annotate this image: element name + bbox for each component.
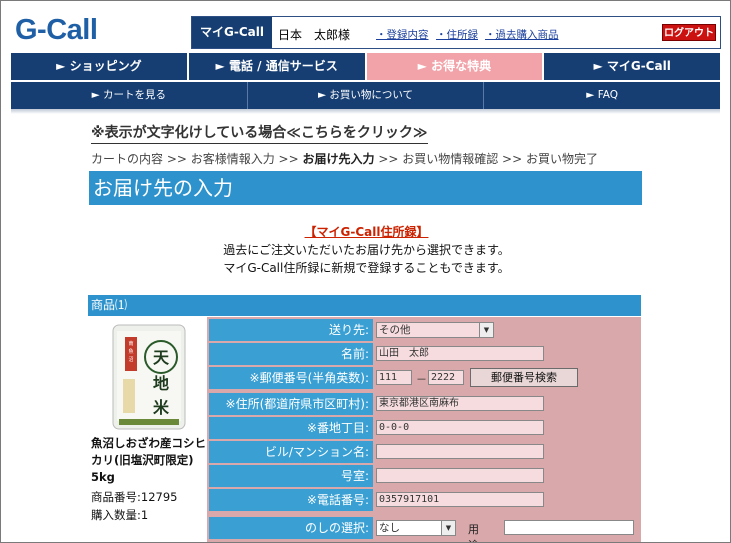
row-block: ※番地丁目: 0-0-0 (207, 417, 641, 439)
svg-text:魚: 魚 (128, 348, 133, 355)
my-gcall-bar: マイG-Call 日本 太郎様 ・登録内容 ・住所録 ・過去購入商品 ログアウト (191, 16, 721, 49)
noshi-select[interactable]: なし ▼ (376, 520, 456, 536)
purchase-history-link[interactable]: ・過去購入商品 (485, 27, 559, 42)
destination-label: 送り先: (209, 319, 373, 341)
steps-current: お届け先入力 (302, 152, 375, 166)
browser-page: G-Call マイG-Call 日本 太郎様 ・登録内容 ・住所録 ・過去購入商… (0, 0, 731, 543)
main-nav: ► ショッピング ► 電話 / 通信サービス ► お得な特典 ► マイG-Cal… (11, 53, 720, 80)
svg-text:地: 地 (153, 374, 169, 393)
svg-text:南: 南 (128, 340, 133, 347)
row-building: ビル/マンション名: (207, 441, 641, 463)
zip-search-button[interactable]: 郵便番号検索 (470, 368, 578, 387)
encoding-notice-link[interactable]: ※表示が文字化けしている場合≪こちらをクリック≫ (91, 122, 428, 144)
delivery-form: 送り先: その他 ▼ 名前: 山田 太郎 ※郵便番号(半角英数): 111 － 2… (207, 317, 641, 542)
noshi-value: なし (379, 522, 400, 534)
block-input[interactable]: 0-0-0 (376, 420, 544, 435)
address-book-select-link: 【マイG-Call住所録】 (1, 223, 730, 240)
sub-nav: ► カートを見る ► お買い物について ► FAQ (11, 82, 720, 109)
steps-after: >> お買い物情報確認 >> お買い物完了 (374, 152, 598, 166)
address-book-link-text[interactable]: 【マイG-Call住所録】 (305, 225, 429, 239)
zip-label: ※郵便番号(半角英数): (209, 367, 373, 389)
phone-label: ※電話番号: (209, 489, 373, 511)
nav-shopping[interactable]: ► ショッピング (11, 53, 189, 80)
product-number: 商品番号:12795 (91, 490, 178, 504)
nav-benefits[interactable]: ► お得な特典 (366, 53, 545, 80)
product-quantity: 購入数量:1 (91, 508, 149, 522)
nav-shadow (11, 109, 720, 114)
logout-button[interactable]: ログアウト (662, 24, 716, 41)
my-gcall-label: マイG-Call (192, 17, 272, 48)
row-zip: ※郵便番号(半角英数): 111 － 2222 郵便番号検索 (207, 367, 641, 389)
nav-about-shopping[interactable]: ► お買い物について (248, 82, 485, 109)
room-input[interactable] (376, 468, 544, 483)
phone-input[interactable]: 0357917101 (376, 492, 544, 507)
usage-input[interactable] (504, 520, 634, 535)
page-title: お届け先の入力 (89, 171, 642, 205)
svg-text:米: 米 (153, 398, 170, 417)
address-input[interactable]: 東京都港区南麻布 (376, 396, 544, 411)
row-address: ※住所(都道府県市区町村): 東京都港区南麻布 (207, 393, 641, 415)
usage-label: 用途: (468, 523, 483, 542)
address-book-note-2: マイG-Call住所録に新規で登録することもできます。 (223, 261, 510, 275)
product-name[interactable]: 魚沼しおざわ産コシヒカリ(旧塩沢町限定) 5kg (91, 435, 207, 486)
nav-my-gcall[interactable]: ► マイG-Call (544, 53, 720, 80)
block-label: ※番地丁目: (209, 417, 373, 439)
name-label: 名前: (209, 343, 373, 365)
svg-text:天: 天 (153, 348, 170, 367)
nav-faq[interactable]: ► FAQ (484, 82, 720, 109)
checkout-steps: カートの内容 >> お客様情報入力 >> お届け先入力 >> お買い物情報確認 … (91, 150, 598, 167)
product-header: 商品⑴ (88, 295, 641, 316)
svg-text:沼: 沼 (128, 356, 133, 363)
address-label: ※住所(都道府県市区町村): (209, 393, 373, 415)
building-label: ビル/マンション名: (209, 441, 373, 463)
user-name: 日本 太郎様 (278, 28, 351, 42)
name-input[interactable]: 山田 太郎 (376, 346, 544, 361)
destination-select[interactable]: その他 ▼ (376, 322, 494, 338)
row-noshi: のしの選択: なし ▼ 用途: (207, 517, 641, 542)
row-name: 名前: 山田 太郎 (207, 343, 641, 365)
row-phone: ※電話番号: 0357917101 (207, 489, 641, 511)
nav-phone-services[interactable]: ► 電話 / 通信サービス (189, 53, 367, 80)
room-label: 号室: (209, 465, 373, 487)
rice-bag-image: 南 魚 沼 天 地 米 (112, 324, 186, 430)
destination-value: その他 (379, 324, 411, 336)
registered-info-link[interactable]: ・登録内容 (376, 27, 429, 42)
zip-input-2[interactable]: 2222 (428, 370, 464, 385)
zip-input-1[interactable]: 111 (376, 370, 412, 385)
row-destination: 送り先: その他 ▼ (207, 319, 641, 341)
noshi-label: のしの選択: (209, 517, 373, 539)
chevron-down-icon[interactable]: ▼ (479, 323, 493, 337)
chevron-down-icon[interactable]: ▼ (441, 521, 455, 535)
nav-view-cart[interactable]: ► カートを見る (11, 82, 248, 109)
row-room: 号室: (207, 465, 641, 487)
zip-dash: － (416, 373, 427, 386)
steps-before: カートの内容 >> お客様情報入力 >> (91, 152, 303, 166)
address-book-note-1: 過去にご注文いただいたお届け先から選択できます。 (223, 243, 510, 257)
gcall-logo[interactable]: G-Call (15, 14, 98, 47)
address-book-link[interactable]: ・住所録 (436, 27, 478, 42)
building-input[interactable] (376, 444, 544, 459)
